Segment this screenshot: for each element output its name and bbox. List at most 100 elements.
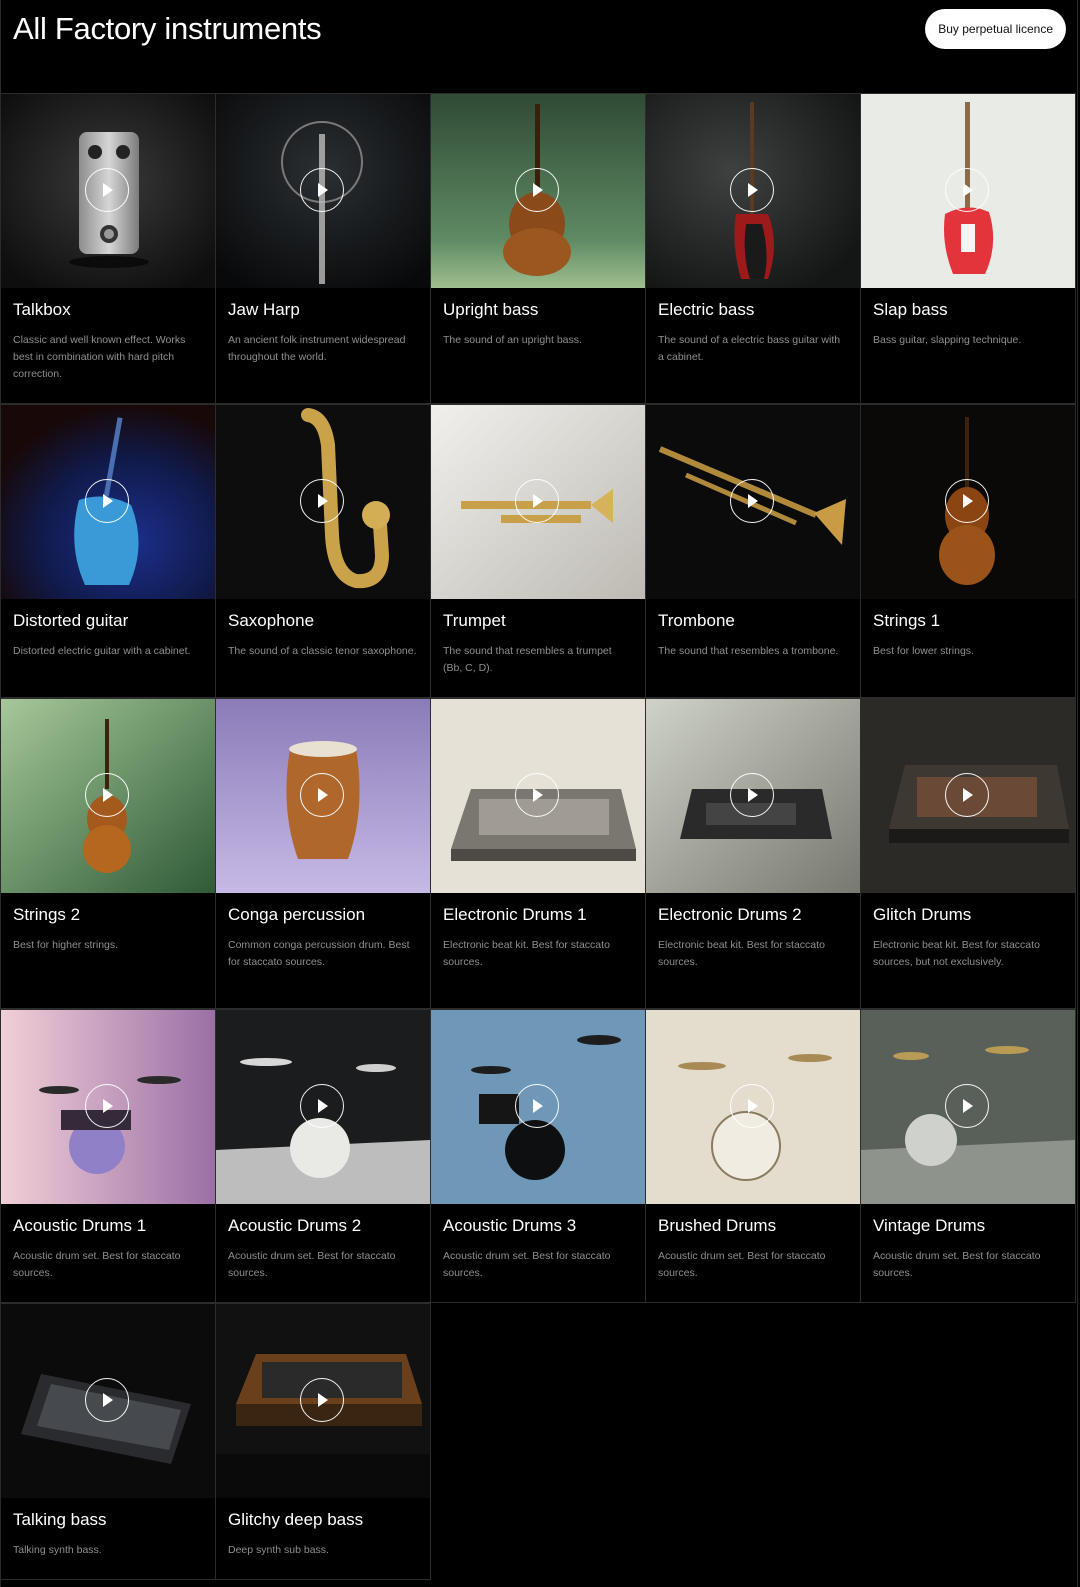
instrument-name: Electric bass — [658, 300, 755, 319]
instrument-description: Acoustic drum set. Best for staccato sou… — [658, 1250, 826, 1279]
play-icon — [318, 494, 328, 508]
instrument-card-brushed-drums[interactable]: Brushed Drums Acoustic drum set. Best fo… — [646, 1009, 861, 1303]
play-button[interactable] — [85, 168, 129, 212]
play-button[interactable] — [85, 479, 129, 523]
play-icon — [963, 183, 973, 197]
play-icon — [103, 1393, 113, 1407]
instrument-card-acoustic-drums-3[interactable]: Acoustic Drums 3 Acoustic drum set. Best… — [431, 1009, 646, 1303]
play-button[interactable] — [945, 479, 989, 523]
play-button[interactable] — [85, 1378, 129, 1422]
instrument-card-electronic-drums-2[interactable]: Electronic Drums 2 Electronic beat kit. … — [646, 698, 861, 1009]
play-button[interactable] — [945, 1084, 989, 1128]
play-button[interactable] — [85, 773, 129, 817]
instrument-name: Vintage Drums — [873, 1216, 986, 1235]
play-icon — [963, 494, 973, 508]
play-button[interactable] — [300, 1084, 344, 1128]
play-button[interactable] — [730, 773, 774, 817]
instrument-thumbnail — [646, 94, 860, 288]
instrument-name: Acoustic Drums 1 — [13, 1216, 147, 1235]
instrument-thumbnail — [216, 1010, 430, 1204]
instrument-card-talking-bass[interactable]: Talking bass Talking synth bass. — [1, 1303, 216, 1580]
instrument-grid: Talkbox Classic and well known effect. W… — [1, 93, 1077, 1580]
instrument-card-jaw-harp[interactable]: Jaw Harp An ancient folk instrument wide… — [216, 93, 431, 404]
instrument-thumbnail — [431, 1010, 645, 1204]
instrument-name: Conga percussion — [228, 905, 366, 924]
play-button[interactable] — [300, 1378, 344, 1422]
instrument-card-conga-percussion[interactable]: Conga percussion Common conga percussion… — [216, 698, 431, 1009]
instrument-card-glitch-drums[interactable]: Glitch Drums Electronic beat kit. Best f… — [861, 698, 1076, 1009]
instrument-name: Brushed Drums — [658, 1216, 777, 1235]
instrument-card-glitchy-deep-bass[interactable]: Glitchy deep bass Deep synth sub bass. — [216, 1303, 431, 1580]
instrument-name: Trombone — [658, 611, 735, 630]
play-button[interactable] — [730, 479, 774, 523]
instrument-thumbnail — [431, 699, 645, 893]
instrument-name: Electronic Drums 1 — [443, 905, 587, 924]
instrument-card-trumpet[interactable]: Trumpet The sound that resembles a trump… — [431, 404, 646, 698]
instrument-card-electronic-drums-1[interactable]: Electronic Drums 1 Electronic beat kit. … — [431, 698, 646, 1009]
play-icon — [318, 1099, 328, 1113]
play-button[interactable] — [945, 168, 989, 212]
instrument-description: Acoustic drum set. Best for staccato sou… — [873, 1250, 1041, 1279]
play-button[interactable] — [515, 168, 559, 212]
instrument-description: The sound that resembles a trumpet (Bb, … — [443, 645, 612, 674]
play-icon — [533, 494, 543, 508]
play-icon — [748, 183, 758, 197]
instrument-name: Upright bass — [443, 300, 539, 319]
instrument-card-electric-bass[interactable]: Electric bass The sound of a electric ba… — [646, 93, 861, 404]
instrument-card-slap-bass[interactable]: Slap bass Bass guitar, slapping techniqu… — [861, 93, 1076, 404]
instrument-card-talkbox[interactable]: Talkbox Classic and well known effect. W… — [1, 93, 216, 404]
buy-licence-button[interactable]: Buy perpetual licence — [925, 9, 1066, 49]
instrument-description: Common conga percussion drum. Best for s… — [228, 939, 410, 968]
instrument-thumbnail — [861, 699, 1075, 893]
instrument-name: Saxophone — [228, 611, 315, 630]
play-icon — [748, 788, 758, 802]
instrument-name: Acoustic Drums 3 — [443, 1216, 577, 1235]
instrument-thumbnail — [216, 699, 430, 893]
play-button[interactable] — [515, 479, 559, 523]
instrument-card-strings-1[interactable]: Strings 1 Best for lower strings. — [861, 404, 1076, 698]
instrument-description: The sound of a electric bass guitar with… — [658, 334, 841, 363]
instrument-thumbnail — [216, 405, 430, 599]
instrument-description: Talking synth bass. — [13, 1544, 102, 1556]
instrument-description: Distorted electric guitar with a cabinet… — [13, 645, 191, 657]
play-button[interactable] — [730, 168, 774, 212]
instrument-thumbnail — [1, 94, 215, 288]
instrument-thumbnail — [431, 405, 645, 599]
instrument-thumbnail — [1, 1304, 215, 1498]
instrument-thumbnail — [646, 699, 860, 893]
instrument-name: Distorted guitar — [13, 611, 129, 630]
instrument-card-vintage-drums[interactable]: Vintage Drums Acoustic drum set. Best fo… — [861, 1009, 1076, 1303]
instrument-card-distorted-guitar[interactable]: Distorted guitar Distorted electric guit… — [1, 404, 216, 698]
instrument-card-acoustic-drums-2[interactable]: Acoustic Drums 2 Acoustic drum set. Best… — [216, 1009, 431, 1303]
play-icon — [103, 494, 113, 508]
play-button[interactable] — [300, 168, 344, 212]
play-icon — [103, 788, 113, 802]
play-icon — [103, 183, 113, 197]
instrument-name: Talkbox — [13, 300, 71, 319]
instrument-description: Best for higher strings. — [13, 939, 119, 951]
play-icon — [103, 1099, 113, 1113]
play-button[interactable] — [945, 773, 989, 817]
instrument-card-trombone[interactable]: Trombone The sound that resembles a trom… — [646, 404, 861, 698]
instrument-description: The sound that resembles a trombone. — [658, 645, 839, 657]
instrument-description: The sound of a classic tenor saxophone. — [228, 645, 417, 657]
instrument-card-acoustic-drums-1[interactable]: Acoustic Drums 1 Acoustic drum set. Best… — [1, 1009, 216, 1303]
play-button[interactable] — [515, 773, 559, 817]
instrument-card-strings-2[interactable]: Strings 2 Best for higher strings. — [1, 698, 216, 1009]
play-icon — [533, 1099, 543, 1113]
play-icon — [533, 788, 543, 802]
instrument-description: Bass guitar, slapping technique. — [873, 334, 1022, 346]
play-button[interactable] — [515, 1084, 559, 1128]
instrument-name: Slap bass — [873, 300, 948, 319]
instrument-thumbnail — [431, 94, 645, 288]
instrument-thumbnail — [1, 405, 215, 599]
instrument-name: Jaw Harp — [228, 300, 300, 319]
play-button[interactable] — [300, 773, 344, 817]
instrument-description: Deep synth sub bass. — [228, 1544, 329, 1556]
instrument-card-upright-bass[interactable]: Upright bass The sound of an upright bas… — [431, 93, 646, 404]
instrument-card-saxophone[interactable]: Saxophone The sound of a classic tenor s… — [216, 404, 431, 698]
play-button[interactable] — [730, 1084, 774, 1128]
play-icon — [748, 1099, 758, 1113]
play-button[interactable] — [85, 1084, 129, 1128]
play-button[interactable] — [300, 479, 344, 523]
